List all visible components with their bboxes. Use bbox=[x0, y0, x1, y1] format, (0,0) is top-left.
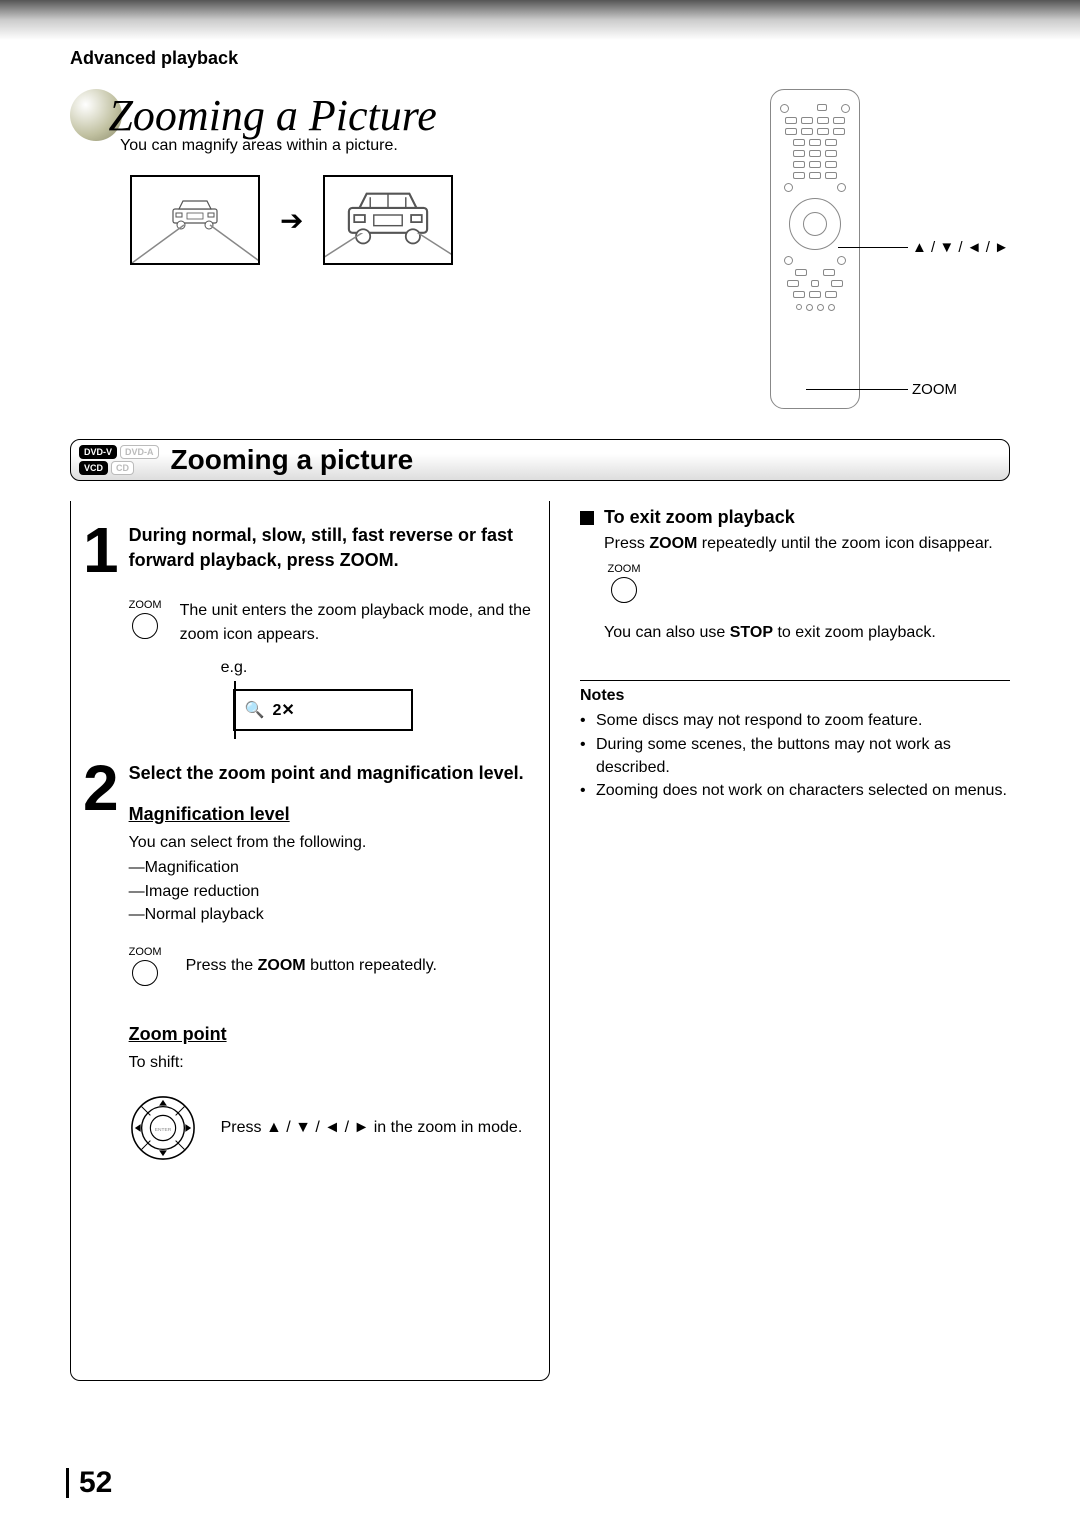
format-vcd: VCD bbox=[79, 461, 108, 475]
arrow-icon: ➔ bbox=[280, 204, 303, 237]
arrows-label: ▲ / ▼ / ◄ / ► bbox=[912, 239, 1009, 256]
stop-body: You can also use STOP to exit zoom playb… bbox=[604, 621, 1010, 644]
zoom-icon-label: ZOOM bbox=[608, 563, 641, 575]
section-title: Zooming a picture bbox=[171, 444, 414, 476]
note-2: During some scenes, the buttons may not … bbox=[596, 733, 1010, 779]
notes-title: Notes bbox=[580, 687, 1010, 705]
after-frame bbox=[323, 175, 453, 265]
zoom-button-icon: ZOOM bbox=[129, 599, 162, 639]
zoom-press-text: Press the ZOOM button repeatedly. bbox=[186, 954, 437, 977]
before-frame bbox=[130, 175, 260, 265]
mag-options: —Magnification —Image reduction —Normal … bbox=[129, 856, 531, 926]
svg-text:ENTER: ENTER bbox=[154, 1127, 171, 1133]
section-bar: DVD-V DVD-A VCD CD Zooming a picture bbox=[70, 439, 1010, 481]
steps-column: 1 During normal, slow, still, fast rever… bbox=[70, 501, 550, 1381]
mag-option-1: —Magnification bbox=[129, 856, 531, 879]
zoompoint-heading: Zoom point bbox=[129, 1024, 531, 1045]
step2-title: Select the zoom point and magnification … bbox=[129, 761, 531, 786]
notes-list: •Some discs may not respond to zoom feat… bbox=[580, 709, 1010, 802]
mag-intro: You can select from the following. bbox=[129, 831, 531, 854]
note-1: Some discs may not respond to zoom featu… bbox=[596, 709, 922, 732]
remote-dpad bbox=[789, 198, 841, 250]
right-column: To exit zoom playback Press ZOOM repeate… bbox=[580, 501, 1010, 1381]
exit-body: Press ZOOM repeatedly until the zoom ico… bbox=[604, 532, 1010, 555]
magnifier-icon: 🔍 bbox=[245, 700, 265, 720]
format-dvdv: DVD-V bbox=[79, 445, 117, 459]
zoom-button-icon: ZOOM bbox=[129, 946, 162, 986]
zp-press-text: Press ▲ / ▼ / ◄ / ► in the zoom in mode. bbox=[221, 1116, 523, 1139]
osd-indicator: 🔍 2✕ bbox=[233, 689, 413, 731]
format-cd: CD bbox=[111, 461, 134, 475]
note-3: Zooming does not work on characters sele… bbox=[596, 779, 1007, 802]
dpad-icon: ENTER bbox=[129, 1094, 197, 1162]
exit-heading: To exit zoom playback bbox=[580, 507, 1010, 528]
step1-desc: The unit enters the zoom playback mode, … bbox=[180, 599, 531, 645]
zoom-illustration: ➔ bbox=[130, 175, 750, 265]
page-title: Zooming a Picture bbox=[108, 90, 436, 141]
square-bullet-icon bbox=[580, 511, 594, 525]
section-header: Advanced playback bbox=[70, 48, 1010, 69]
format-dvda: DVD-A bbox=[120, 445, 159, 459]
zoom-button-icon: ZOOM bbox=[604, 563, 644, 603]
magnification-heading: Magnification level bbox=[129, 804, 531, 825]
zoom-icon-label: ZOOM bbox=[129, 599, 162, 611]
top-gradient bbox=[0, 0, 1080, 40]
step2-number: 2 bbox=[83, 761, 119, 1162]
zp-intro: To shift: bbox=[129, 1051, 531, 1074]
eg-label: e.g. bbox=[221, 656, 531, 679]
step1-title: During normal, slow, still, fast reverse… bbox=[129, 523, 531, 573]
remote-diagram: ▲ / ▼ / ◄ / ► ZOOM bbox=[750, 89, 1010, 409]
zoom-icon-label: ZOOM bbox=[129, 946, 162, 958]
mag-option-2: —Image reduction bbox=[129, 880, 531, 903]
mag-option-3: —Normal playback bbox=[129, 903, 531, 926]
osd-value: 2✕ bbox=[273, 700, 295, 720]
step1-number: 1 bbox=[83, 523, 119, 731]
zoom-label: ZOOM bbox=[912, 381, 957, 398]
exit-heading-text: To exit zoom playback bbox=[604, 507, 795, 528]
page-number: 52 bbox=[66, 1468, 112, 1498]
